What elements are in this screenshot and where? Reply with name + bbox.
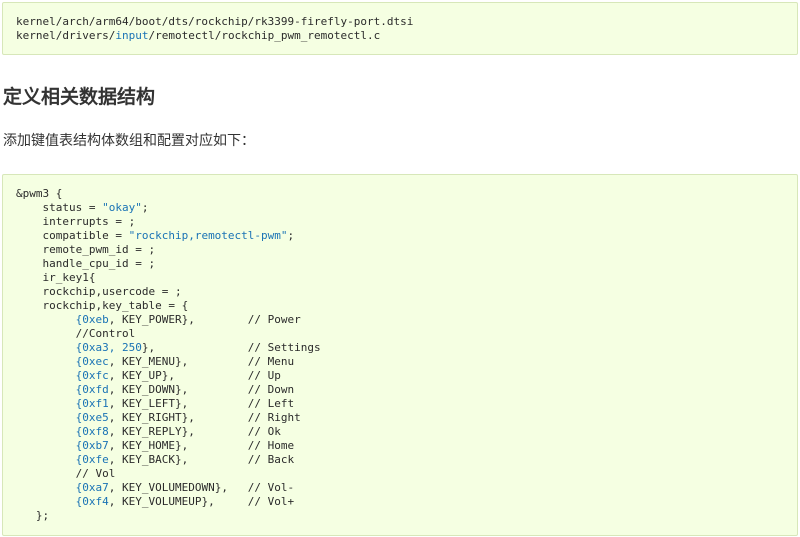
key-table-entry: {0xe5, KEY_RIGHT}, // Right bbox=[16, 411, 797, 425]
key-code-value: 0xec bbox=[82, 355, 109, 368]
code-text: compatible = bbox=[16, 229, 129, 242]
key-name-comment: , KEY_VOLUMEDOWN}, // Vol- bbox=[108, 481, 295, 494]
key-code-value: 0xfd bbox=[82, 383, 109, 396]
key-code-value: 0xeb bbox=[82, 313, 109, 326]
key-name-comment: , KEY_DOWN}, // Down bbox=[108, 383, 295, 396]
code-comment: // Vol bbox=[75, 467, 116, 480]
file-paths-code-block: kernel/arch/arm64/boot/dts/rockchip/rk33… bbox=[2, 2, 798, 55]
key-code-value: 0xf8 bbox=[82, 425, 109, 438]
code-line: status = "okay"; bbox=[16, 201, 797, 215]
code-line: handle_cpu_id = ; bbox=[16, 257, 156, 270]
key-name-comment: , KEY_RIGHT}, // Right bbox=[108, 411, 301, 424]
key-table-entry: {0xa7, KEY_VOLUMEDOWN}, // Vol- bbox=[16, 481, 797, 495]
code-line: rockchip,key_table = { bbox=[16, 299, 189, 312]
key-table-entry: {0xec, KEY_MENU}, // Menu bbox=[16, 355, 797, 369]
code-comment: //Control bbox=[75, 327, 136, 340]
code-text: status = bbox=[16, 201, 103, 214]
code-line: }; bbox=[16, 509, 50, 522]
key-table-entry: // Vol bbox=[16, 467, 797, 481]
device-tree-code-block: &pwm3 { status = "okay"; interrupts = ; … bbox=[2, 174, 798, 536]
key-name-comment: , KEY_REPLY}, // Ok bbox=[108, 425, 281, 438]
key-code-value: 0xfe bbox=[82, 453, 109, 466]
key-code-value: 0xa7 bbox=[82, 481, 109, 494]
key-table-entry: {0xa3, 250}, // Settings bbox=[16, 341, 797, 355]
key-table-entry: {0xb7, KEY_HOME}, // Home bbox=[16, 439, 797, 453]
key-name-comment: , KEY_UP}, // Up bbox=[108, 369, 281, 382]
key-name-comment: , KEY_HOME}, // Home bbox=[108, 439, 295, 452]
code-string: "okay" bbox=[102, 201, 142, 214]
key-table-entry: {0xeb, KEY_POWER}, // Power bbox=[16, 313, 797, 327]
path-segment: kernel/drivers/ bbox=[16, 29, 116, 42]
code-line: remote_pwm_id = ; bbox=[16, 243, 156, 256]
key-table-entry: //Control bbox=[16, 327, 797, 341]
key-name-comment: , KEY_LEFT}, // Left bbox=[108, 397, 295, 410]
code-line: compatible = "rockchip,remotectl-pwm"; bbox=[16, 229, 797, 243]
key-table-entry: {0xf1, KEY_LEFT}, // Left bbox=[16, 397, 797, 411]
file-path-remotectl: kernel/drivers/input/remotectl/rockchip_… bbox=[16, 29, 797, 43]
key-code-value: 0xe5 bbox=[82, 411, 109, 424]
code-line: ir_key1{ bbox=[16, 271, 96, 284]
key-table-entry: {0xf8, KEY_REPLY}, // Ok bbox=[16, 425, 797, 439]
code-line: &pwm3 { bbox=[16, 187, 63, 200]
key-code-value: 0xfc bbox=[82, 369, 109, 382]
code-text: ; bbox=[141, 201, 149, 214]
key-table-entry: {0xfd, KEY_DOWN}, // Down bbox=[16, 383, 797, 397]
code-string: "rockchip,remotectl-pwm" bbox=[128, 229, 288, 242]
section-heading: 定义相关数据结构 bbox=[3, 86, 156, 108]
code-line: rockchip,usercode = ; bbox=[16, 285, 182, 298]
description-paragraph: 添加键值表结构体数组和配置对应如下： bbox=[3, 133, 255, 149]
file-path-dtsi: kernel/arch/arm64/boot/dts/rockchip/rk33… bbox=[16, 15, 414, 28]
path-segment: /remotectl/rockchip_pwm_remotectl.c bbox=[148, 29, 381, 42]
key-name-comment: }, // Settings bbox=[141, 341, 321, 354]
code-text: ; bbox=[287, 229, 295, 242]
code-line: interrupts = ; bbox=[16, 215, 136, 228]
key-name-comment: , KEY_VOLUMEUP}, // Vol+ bbox=[108, 495, 295, 508]
key-name-comment: , KEY_POWER}, // Power bbox=[108, 313, 301, 326]
key-table-lines: {0xeb, KEY_POWER}, // Power //Control {0… bbox=[16, 313, 797, 509]
key-table-entry: {0xfe, KEY_BACK}, // Back bbox=[16, 453, 797, 467]
key-code-value: 0xb7 bbox=[82, 439, 109, 452]
key-table-entry: {0xf4, KEY_VOLUMEUP}, // Vol+ bbox=[16, 495, 797, 509]
key-code-value: 0xf4 bbox=[82, 495, 109, 508]
key-code-value: 0xa3, 250 bbox=[82, 341, 142, 354]
key-name-comment: , KEY_MENU}, // Menu bbox=[108, 355, 295, 368]
key-table-entry: {0xfc, KEY_UP}, // Up bbox=[16, 369, 797, 383]
key-code-value: 0xf1 bbox=[82, 397, 109, 410]
path-keyword-input: input bbox=[115, 29, 149, 42]
key-name-comment: , KEY_BACK}, // Back bbox=[108, 453, 295, 466]
